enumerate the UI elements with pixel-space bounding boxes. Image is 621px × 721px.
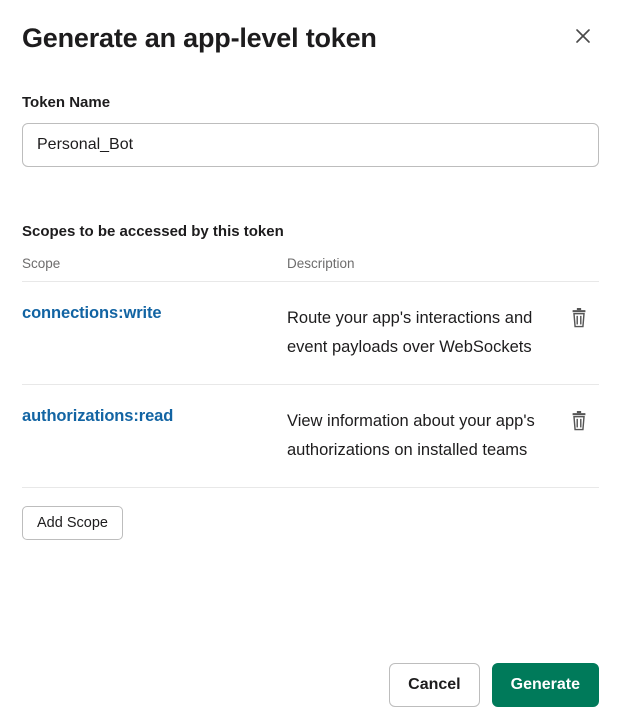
scope-description: Route your app's interactions and event … <box>287 309 532 356</box>
add-scope-button[interactable]: Add Scope <box>22 506 123 540</box>
table-header-scope: Scope <box>22 256 287 271</box>
trash-icon <box>570 315 588 332</box>
close-icon <box>574 27 592 50</box>
scope-link[interactable]: connections:write <box>22 304 162 322</box>
table-row: connections:write Route your app's inter… <box>22 282 599 385</box>
trash-icon <box>570 418 588 435</box>
table-header-row: Scope Description <box>22 256 599 282</box>
dialog-footer: Cancel Generate <box>389 663 599 707</box>
close-button[interactable] <box>567 22 599 54</box>
dialog-title: Generate an app-level token <box>22 23 377 54</box>
cancel-button[interactable]: Cancel <box>389 663 479 707</box>
table-header-actions <box>559 256 599 271</box>
scopes-section-label: Scopes to be accessed by this token <box>22 223 599 240</box>
token-name-input[interactable] <box>22 123 599 167</box>
generate-button[interactable]: Generate <box>492 663 599 707</box>
scopes-table: Scope Description connections:write Rout… <box>22 256 599 488</box>
scope-description: View information about your app's author… <box>287 412 535 459</box>
delete-scope-button[interactable] <box>570 411 588 436</box>
delete-scope-button[interactable] <box>570 308 588 333</box>
scope-link[interactable]: authorizations:read <box>22 407 173 425</box>
table-row: authorizations:read View information abo… <box>22 385 599 488</box>
dialog-header: Generate an app-level token <box>22 22 599 54</box>
table-header-description: Description <box>287 256 559 271</box>
token-name-label: Token Name <box>22 94 599 111</box>
